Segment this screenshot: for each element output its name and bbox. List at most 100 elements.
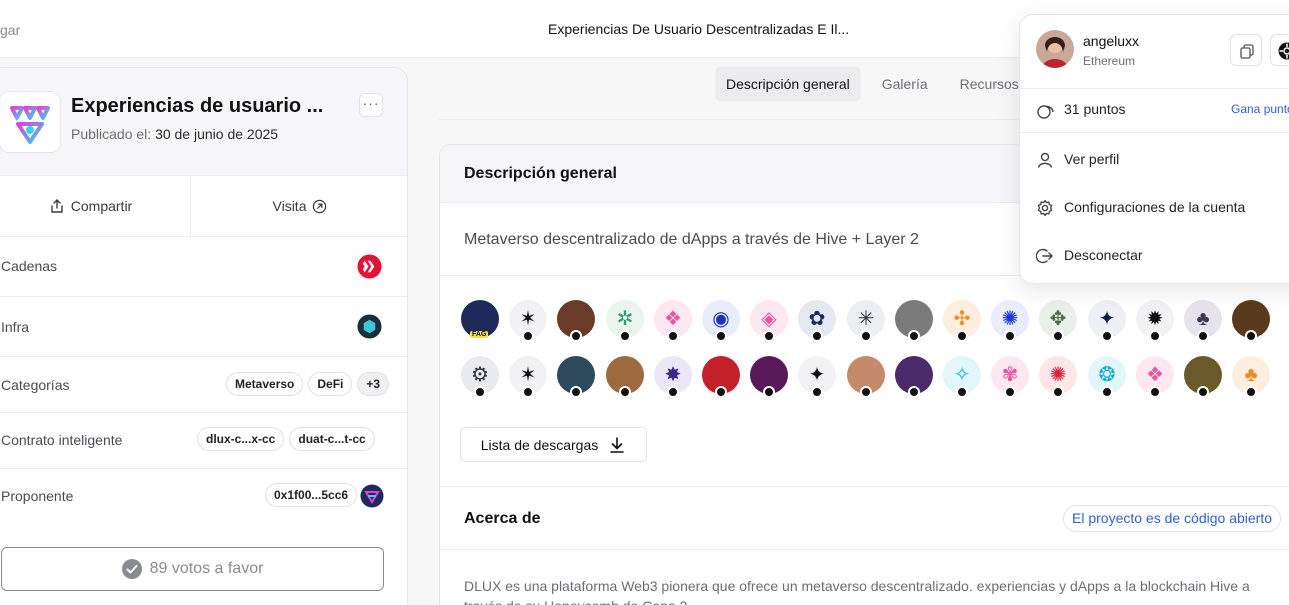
- published-label: Publicado el:: [71, 126, 152, 142]
- sparkle-cyan-icon[interactable]: ✧: [943, 356, 981, 398]
- about-heading: Acerca de: [464, 510, 541, 527]
- gear-green-icon[interactable]: ✲: [606, 300, 644, 342]
- avatar-ninja-icon[interactable]: [895, 356, 933, 398]
- chain-badge-icon: [956, 330, 968, 342]
- burst-black-icon[interactable]: ✹: [1136, 300, 1174, 342]
- points-value: 31 puntos: [1064, 101, 1126, 117]
- cross-orange-icon[interactable]: ✣: [943, 300, 981, 342]
- category-pill-metaverso[interactable]: Metaverso: [226, 372, 304, 396]
- menu-item-label: Ver perfil: [1064, 151, 1120, 167]
- divider: [440, 549, 1289, 550]
- asterisk-dark-icon[interactable]: ✳: [847, 300, 885, 342]
- gear-icon: [1037, 199, 1053, 217]
- chain-badge-icon: [667, 386, 679, 398]
- clover-dark-icon[interactable]: ♣: [1184, 300, 1222, 342]
- infra-label: Infra: [1, 319, 30, 335]
- tab-overview[interactable]: Descripción general: [715, 67, 861, 101]
- vote-button[interactable]: 89 votos a favor: [1, 547, 384, 591]
- points-icon: [1037, 105, 1054, 119]
- burst-purple-icon[interactable]: ✸: [654, 356, 692, 398]
- chain-badge-icon: [1004, 330, 1016, 342]
- share-button[interactable]: Compartir: [0, 176, 191, 236]
- chain-badge-icon: [474, 386, 486, 398]
- chain-badge-icon: [1101, 330, 1113, 342]
- burst-red-icon[interactable]: ✺: [1039, 356, 1077, 398]
- diamond-pink-icon[interactable]: ❖: [654, 300, 692, 342]
- overview-text: Metaverso descentralizado de dApps a tra…: [464, 231, 919, 248]
- tab-gallery[interactable]: Galería: [871, 67, 939, 101]
- diamond-pink-2-icon[interactable]: ❖: [1136, 356, 1174, 398]
- honeycomb-icon[interactable]: [357, 314, 382, 339]
- avatar-woman-icon[interactable]: [557, 300, 595, 342]
- chain-badge-icon: [1197, 330, 1209, 342]
- contract-pill-duat[interactable]: duat-c...t-cc: [289, 427, 375, 451]
- chains-label: Cadenas: [1, 258, 58, 274]
- copy-address-button[interactable]: [1230, 34, 1262, 66]
- share-label: Compartir: [70, 198, 133, 214]
- categories-more-pill[interactable]: +3: [357, 372, 390, 396]
- chain-badge-icon: [1052, 386, 1064, 398]
- sparkle-black-icon[interactable]: ✦: [798, 356, 836, 398]
- sparkle-navy-icon[interactable]: ✦: [1088, 300, 1126, 342]
- categories-label: Categorías: [1, 377, 70, 393]
- chain-badge-icon: [860, 386, 872, 398]
- download-list-button[interactable]: Lista de descargas: [460, 427, 647, 462]
- dlux-logo-icon[interactable]: FAG: [461, 300, 499, 338]
- menu-item-account-settings[interactable]: Configuraciones de la cuenta: [1020, 187, 1289, 227]
- avatar-woman-2-icon[interactable]: [606, 356, 644, 398]
- menu-item-label: Configuraciones de la cuenta: [1064, 199, 1246, 215]
- copy-icon: [1240, 44, 1254, 59]
- cross-green-icon[interactable]: ✥: [1039, 300, 1077, 342]
- more-options-button[interactable]: ···: [359, 93, 383, 117]
- menu-item-view-profile[interactable]: Ver perfil: [1020, 139, 1289, 179]
- points-row: 31 puntos Gana puntos: [1020, 89, 1289, 133]
- chain-badge-icon: [763, 330, 775, 342]
- network-switch-button[interactable]: [1270, 34, 1289, 66]
- chains-row: Cadenas: [0, 237, 407, 297]
- circles-cyan-icon[interactable]: ❂: [1088, 356, 1126, 398]
- avatar-character-icon[interactable]: [750, 356, 788, 398]
- fag-label: FAG: [470, 331, 489, 338]
- burst-blue-icon[interactable]: ✺: [991, 300, 1029, 342]
- hive-icon[interactable]: [357, 254, 382, 279]
- avatar-man-2-icon[interactable]: [557, 356, 595, 398]
- contract-row: Contrato inteligente dlux-c...x-cc duat-…: [0, 413, 407, 469]
- avatar-man-3-icon[interactable]: [847, 356, 885, 398]
- divider: [440, 486, 1289, 487]
- vote-label: 89 votos a favor: [149, 560, 264, 577]
- user-avatar: [1036, 30, 1074, 68]
- flower-navy-icon[interactable]: ✿: [798, 300, 836, 342]
- avatar-man-icon[interactable]: [1232, 300, 1270, 342]
- proposer-row: Proponente 0x1f00...5cc6: [0, 469, 407, 525]
- chain-badge-icon: [570, 330, 582, 342]
- user-avatar-icon: [1036, 30, 1074, 68]
- diamond-outline-pink-icon[interactable]: ◈: [750, 300, 788, 342]
- visit-button[interactable]: Visita: [191, 176, 409, 236]
- ring-blue-icon[interactable]: ◉: [702, 300, 740, 342]
- chain-badge-icon: [522, 330, 534, 342]
- gear-dark-icon[interactable]: ⚙: [461, 356, 499, 398]
- menu-item-disconnect[interactable]: Desconectar: [1020, 235, 1289, 275]
- avatar-robot-icon[interactable]: [895, 300, 933, 342]
- avatar-character-2-icon[interactable]: [1184, 356, 1222, 398]
- earn-points-link[interactable]: Gana puntos: [1231, 102, 1289, 116]
- contract-pill-dlux[interactable]: dlux-c...x-cc: [197, 427, 285, 451]
- project-card: Experiencias de usuario ... Publicado el…: [0, 67, 408, 605]
- category-pill-defi[interactable]: DeFi: [308, 372, 353, 396]
- chain-badge-icon: [1052, 330, 1064, 342]
- tab-resources[interactable]: Recursos: [949, 67, 1030, 101]
- chain-badge-icon: [715, 330, 727, 342]
- star-black-2-icon[interactable]: ✶: [509, 356, 547, 398]
- clover-orange-icon[interactable]: ♣: [1232, 356, 1270, 398]
- chain-badge-icon: [1245, 386, 1257, 398]
- flower-pink-icon[interactable]: ✾: [991, 356, 1029, 398]
- project-logo: [0, 91, 61, 153]
- external-link-icon: [313, 199, 327, 213]
- back-link[interactable]: gar: [0, 22, 20, 38]
- check-circle-icon: [121, 559, 142, 579]
- avatar-woman-red-icon[interactable]: [702, 356, 740, 398]
- star-black-icon[interactable]: ✶: [509, 300, 547, 342]
- infra-row: Infra: [0, 297, 407, 357]
- chain-badge-icon: [1101, 386, 1113, 398]
- proposer-address[interactable]: 0x1f00...5cc6: [265, 483, 358, 507]
